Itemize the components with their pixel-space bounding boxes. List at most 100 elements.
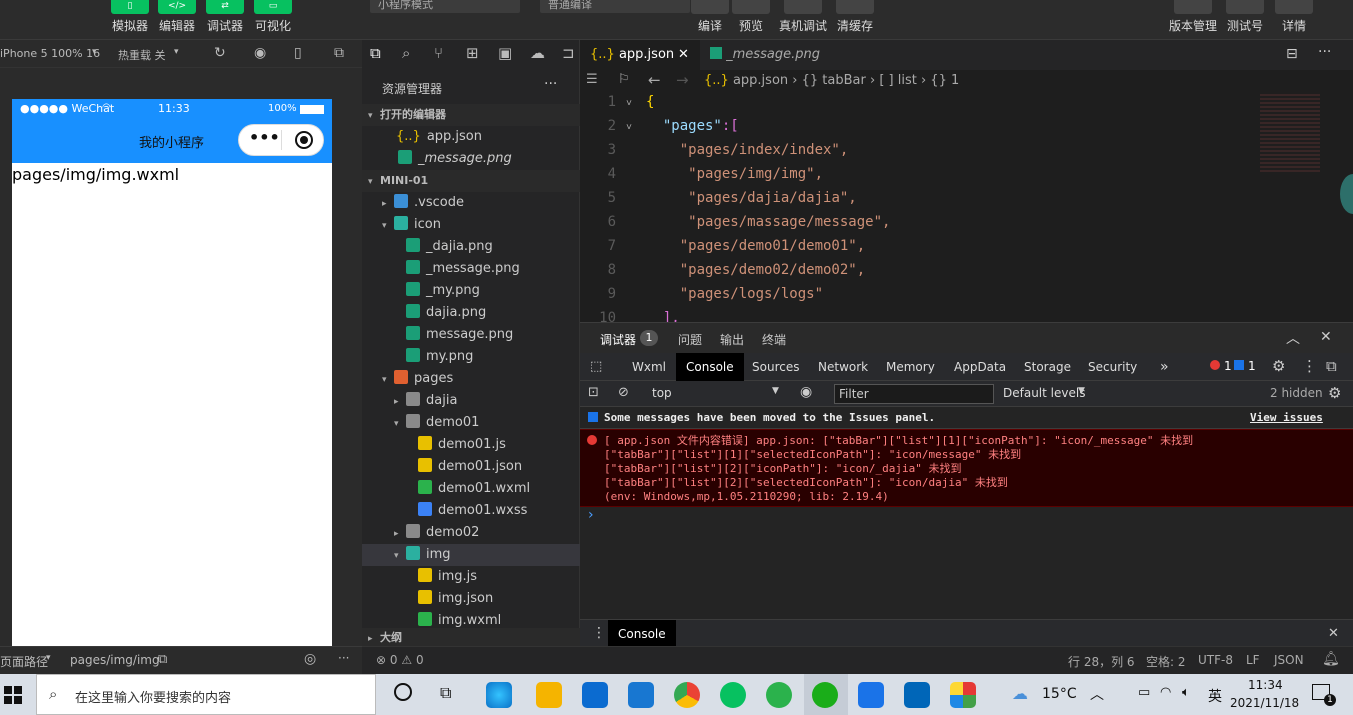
mode-select[interactable]: 小程序模式: [370, 0, 520, 13]
drawer-tab-console[interactable]: Console: [608, 620, 676, 648]
assistant-bubble[interactable]: [1340, 174, 1353, 214]
cortana-icon[interactable]: [394, 683, 412, 701]
preview-button[interactable]: 预览: [727, 0, 775, 34]
test-account-button[interactable]: 测试号: [1221, 0, 1269, 34]
details-button[interactable]: 详情: [1270, 0, 1318, 34]
split-editor-icon[interactable]: ⊟: [1286, 46, 1298, 62]
project-header[interactable]: ▾ MINI-01: [362, 170, 580, 192]
bookmark-icon[interactable]: ⚐: [618, 72, 630, 87]
code-line[interactable]: 3 "pages/index/index",: [580, 138, 1260, 162]
open-editor-message-png[interactable]: _message.png: [362, 148, 580, 170]
tree-item[interactable]: dajia.png: [362, 302, 580, 324]
app-icon[interactable]: [950, 682, 976, 708]
file-explorer-icon[interactable]: [536, 682, 562, 708]
tree-item[interactable]: demo01.json: [362, 456, 580, 478]
tab-problems[interactable]: 问题: [678, 331, 702, 348]
code-line[interactable]: 4 "pages/img/img",: [580, 162, 1260, 186]
gear-icon[interactable]: ⚙: [1272, 357, 1285, 375]
tab-terminal[interactable]: 终端: [762, 331, 786, 348]
levels-select[interactable]: Default levels: [1003, 386, 1085, 400]
tree-item[interactable]: _my.png: [362, 280, 580, 302]
tree-item[interactable]: ▾ demo01: [362, 412, 580, 434]
sidebar-toggle-icon[interactable]: ⊡: [588, 385, 599, 400]
tree-item[interactable]: my.png: [362, 346, 580, 368]
list-icon[interactable]: ☰: [586, 72, 598, 87]
inspect-icon[interactable]: ⬚: [590, 359, 602, 374]
remote-debug-button[interactable]: 真机调试: [779, 0, 827, 34]
view-issues-link[interactable]: View issues: [1250, 411, 1323, 424]
close-circle-icon[interactable]: [295, 131, 313, 149]
git-icon[interactable]: ⑂: [434, 44, 443, 62]
wifi-icon[interactable]: ◠: [1160, 685, 1171, 700]
kebab-icon[interactable]: ⋮: [1302, 357, 1317, 375]
mail-icon[interactable]: [628, 682, 654, 708]
hotreload-toggle[interactable]: 热重载 关: [118, 47, 166, 63]
minimap[interactable]: [1260, 94, 1353, 322]
error-count[interactable]: 1: [1224, 359, 1232, 373]
back-arrow-icon[interactable]: ←: [648, 71, 661, 89]
gear-icon[interactable]: ⚙: [1328, 384, 1341, 402]
tab-storage[interactable]: Storage: [1014, 353, 1081, 381]
docker-icon[interactable]: ☁: [530, 44, 545, 62]
code-line[interactable]: 2 ˅ "pages":[: [580, 114, 1260, 138]
sidebar-icon[interactable]: ⊐: [562, 44, 575, 62]
devtools-app-icon[interactable]: [766, 682, 792, 708]
chrome-icon[interactable]: [674, 682, 700, 708]
tab-console[interactable]: Console: [676, 353, 744, 381]
tab-memory[interactable]: Memory: [876, 353, 945, 381]
version-button[interactable]: 版本管理: [1169, 0, 1217, 34]
cursor-position[interactable]: 行 28，列 6: [1068, 653, 1135, 670]
fold-chevron-icon[interactable]: ˅: [626, 116, 646, 140]
tab-debugger[interactable]: 调试器: [600, 331, 636, 348]
bell-icon[interactable]: 🔔︎: [1322, 651, 1340, 667]
context-select[interactable]: top: [652, 386, 672, 400]
tab-sources[interactable]: Sources: [742, 353, 809, 381]
simulator-toggle-button[interactable]: ▯ 模拟器: [106, 0, 154, 34]
code-line[interactable]: 8 "pages/demo02/demo02",: [580, 258, 1260, 282]
tree-item[interactable]: ▾ pages: [362, 368, 580, 390]
tree-item[interactable]: ▸ dajia: [362, 390, 580, 412]
tab-app-json[interactable]: {..} app.json ✕: [580, 40, 700, 70]
open-editors-header[interactable]: ▾ 打开的编辑器: [362, 104, 580, 126]
more-dots-icon[interactable]: •••: [249, 128, 280, 147]
tree-item[interactable]: message.png: [362, 324, 580, 346]
clock-date[interactable]: 2021/11/18: [1230, 696, 1299, 710]
tree-item[interactable]: img.js: [362, 566, 580, 588]
more-icon[interactable]: ···: [544, 76, 557, 92]
compile-select[interactable]: 普通编译: [540, 0, 690, 13]
device-select[interactable]: iPhone 5 100% 16: [0, 47, 100, 60]
tab-security[interactable]: Security: [1078, 353, 1147, 381]
filter-input[interactable]: Filter: [834, 384, 994, 404]
problems-indicator[interactable]: ⊗ 0 ⚠ 0: [376, 653, 424, 667]
breadcrumb-path[interactable]: {..} app.json › {} tabBar › [ ] list › {…: [704, 73, 959, 88]
more-tabs-icon[interactable]: »: [1150, 353, 1179, 381]
tree-item[interactable]: demo01.js: [362, 434, 580, 456]
debug-icon[interactable]: ▣: [498, 44, 512, 62]
tab-appdata[interactable]: AppData: [944, 353, 1016, 381]
code-line[interactable]: 9 "pages/logs/logs": [580, 282, 1260, 306]
task-view-icon[interactable]: ⧉: [440, 683, 451, 703]
close-icon[interactable]: ✕: [1320, 329, 1332, 345]
code-line[interactable]: 7 "pages/demo01/demo01",: [580, 234, 1260, 258]
code-lines[interactable]: 1 ˅{2 ˅ "pages":[3 "pages/index/index", 4 "…: [580, 90, 1260, 322]
taskbar-search[interactable]: ⌕ 在这里输入你要搜索的内容: [36, 674, 376, 715]
outline-header[interactable]: ▸ 大纲: [362, 628, 580, 648]
eol[interactable]: LF: [1246, 653, 1260, 667]
eye-icon[interactable]: ◎: [304, 651, 316, 667]
close-icon[interactable]: ✕: [1328, 626, 1339, 641]
search-icon[interactable]: ⌕: [402, 44, 410, 62]
indent-setting[interactable]: 空格: 2: [1146, 653, 1186, 670]
volume-icon[interactable]: 🔈︎: [1182, 685, 1190, 700]
tree-item[interactable]: demo01.wxss: [362, 500, 580, 522]
clock-time[interactable]: 11:34: [1248, 678, 1283, 692]
windows-start-icon[interactable]: [4, 686, 22, 704]
extensions-icon[interactable]: ⊞: [466, 44, 479, 62]
page-path-label[interactable]: 页面路径: [0, 653, 48, 670]
tree-item[interactable]: ▸ demo02: [362, 522, 580, 544]
tree-item[interactable]: img.json: [362, 588, 580, 610]
phone-icon[interactable]: ▯: [294, 45, 302, 61]
tab-message-png[interactable]: _message.png: [700, 40, 838, 70]
wechat-icon[interactable]: [720, 682, 746, 708]
open-editor-app-json[interactable]: {..} app.json: [362, 126, 580, 148]
forward-arrow-icon[interactable]: →: [676, 71, 689, 89]
